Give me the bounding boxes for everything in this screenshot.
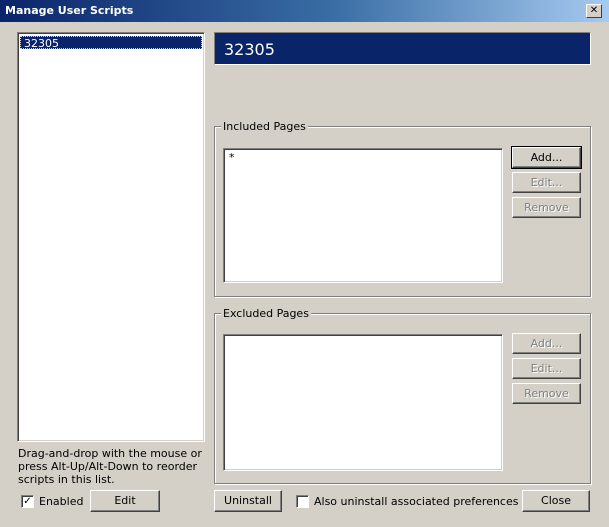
title-bar: Manage User Scripts ✕ (0, 0, 609, 22)
close-window-button[interactable]: ✕ (586, 4, 602, 18)
included-pages-label: Included Pages (221, 120, 308, 133)
window-title: Manage User Scripts (5, 4, 134, 17)
hint-line: scripts in this list. (18, 473, 115, 486)
included-pages-list[interactable]: * (223, 148, 503, 283)
list-item[interactable]: 32305 (20, 36, 202, 50)
excluded-remove-button[interactable]: Remove (512, 383, 581, 404)
list-item[interactable]: * (229, 151, 235, 164)
also-uninstall-checkbox[interactable] (296, 495, 309, 508)
reorder-hint: Drag-and-drop with the mouse or press Al… (18, 447, 202, 486)
hint-line: Drag-and-drop with the mouse or (18, 447, 202, 460)
excluded-add-button[interactable]: Add... (512, 333, 581, 354)
close-icon: ✕ (589, 5, 599, 16)
script-name-header: 32305 (214, 32, 591, 65)
hint-line: press Alt-Up/Alt-Down to reorder (18, 460, 198, 473)
included-remove-button[interactable]: Remove (512, 197, 581, 218)
checkmark-icon: ✓ (23, 496, 32, 507)
uninstall-button[interactable]: Uninstall (214, 490, 282, 512)
scripts-list[interactable]: 32305 (17, 32, 205, 442)
included-add-button[interactable]: Add... (511, 146, 582, 169)
excluded-pages-list[interactable] (223, 334, 503, 471)
excluded-pages-label: Excluded Pages (221, 307, 311, 320)
enabled-checkbox[interactable]: ✓ (21, 495, 34, 508)
included-edit-button[interactable]: Edit... (512, 172, 581, 193)
script-name: 32305 (224, 40, 275, 59)
enabled-label[interactable]: Enabled (39, 495, 83, 508)
excluded-edit-button[interactable]: Edit... (512, 358, 581, 379)
also-uninstall-label[interactable]: Also uninstall associated preferences (314, 495, 518, 508)
edit-script-button[interactable]: Edit (90, 490, 160, 512)
close-button[interactable]: Close (522, 490, 590, 512)
list-item-label: 32305 (24, 37, 59, 50)
